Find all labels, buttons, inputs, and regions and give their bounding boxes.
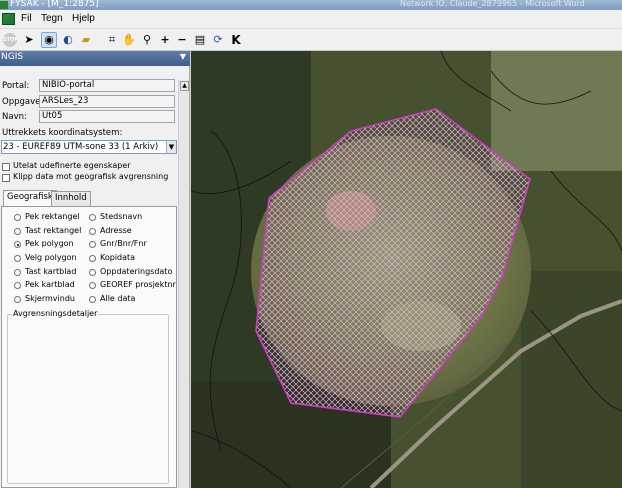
- app-icon[interactable]: [2, 13, 15, 25]
- map-view[interactable]: [191, 51, 622, 488]
- clip-geographic-checkbox[interactable]: [2, 174, 10, 182]
- radio-skjermvindu[interactable]: [14, 296, 21, 303]
- coordinate-system-value: 23 - EUREF89 UTM-sone 33 (1 Arkiv): [3, 142, 159, 152]
- k-icon[interactable]: K: [228, 32, 244, 48]
- label-alle-data: Alle data: [100, 294, 136, 303]
- label-adresse: Adresse: [100, 226, 132, 235]
- exclude-undefined-label: Utelat udefinerte egenskaper: [13, 161, 131, 170]
- menu-tegn[interactable]: Tegn: [41, 13, 63, 24]
- oppgave-field[interactable]: ARSLes_23: [39, 95, 175, 108]
- radio-tast-kartblad[interactable]: [14, 269, 21, 276]
- label-kopidata: Kopidata: [100, 253, 136, 262]
- radio-oppdateringsdato[interactable]: [89, 269, 96, 276]
- label-tast-rektangel: Tast rektangel: [25, 226, 82, 235]
- radio-adresse[interactable]: [89, 228, 96, 235]
- tab-innhold[interactable]: Innhold: [51, 191, 91, 206]
- pointer-icon[interactable]: ➤: [21, 32, 37, 48]
- panel-menu-icon[interactable]: ▼: [180, 52, 186, 61]
- label-velg-polygon: Velg polygon: [25, 253, 77, 262]
- panel-scrollbar[interactable]: ▲: [178, 80, 189, 488]
- tab-geografisk[interactable]: Geografisk: [3, 190, 57, 206]
- pan-icon[interactable]: ✋: [121, 32, 137, 48]
- chevron-down-icon[interactable]: ▼: [166, 141, 176, 153]
- aerial-photo: [191, 51, 622, 488]
- zoom-icon[interactable]: ⚲: [139, 32, 155, 48]
- radio-gnr-bnr-fnr[interactable]: [89, 241, 96, 248]
- menu-hjelp[interactable]: Hjelp: [72, 13, 95, 24]
- menu-bar: Fil Tegn Hjelp: [0, 10, 622, 29]
- background-window-title: Network IO, Claude_2879965 - Microsoft W…: [400, 0, 585, 8]
- label-oppdateringsdato: Oppdateringsdato: [100, 267, 173, 276]
- zoom-extent-icon[interactable]: ⌗: [104, 32, 120, 48]
- print-icon[interactable]: ▤: [192, 32, 208, 48]
- ngis-panel: NGIS ▼ ▲ Portal: NIBIO-portal Oppgave: A…: [0, 51, 190, 488]
- radio-pek-kartblad[interactable]: [14, 282, 21, 289]
- portal-label: Portal:: [2, 81, 30, 91]
- radio-georef-prosjektnr[interactable]: [89, 282, 96, 289]
- open-folder-icon[interactable]: ▰: [78, 32, 94, 48]
- label-stedsnavn: Stedsnavn: [100, 212, 143, 221]
- clip-geographic-label: Klipp data mot geografisk avgrensning: [13, 172, 169, 181]
- radio-pek-rektangel[interactable]: [14, 214, 21, 221]
- window-title: FYSAK - [M_1:2875]: [10, 0, 99, 9]
- zoom-in-icon[interactable]: +: [157, 32, 173, 48]
- boundary-details-group: [7, 314, 169, 484]
- panel-header: NGIS ▼: [0, 51, 190, 66]
- exclude-undefined-checkbox[interactable]: [2, 163, 10, 171]
- navn-label: Navn:: [2, 112, 27, 122]
- label-pek-polygon: Pek polygon: [25, 239, 74, 248]
- navn-field[interactable]: Ut05: [39, 110, 175, 123]
- window-titlebar: FYSAK - [M_1:2875] Network IO, Claude_28…: [0, 0, 622, 10]
- label-georef-prosjektnr: GEOREF prosjektnr: [100, 280, 176, 289]
- label-pek-kartblad: Pek kartblad: [25, 280, 75, 289]
- boundary-details-title: Avgrensningsdetaljer: [12, 309, 99, 318]
- zoom-out-icon[interactable]: −: [174, 32, 190, 48]
- refresh-icon[interactable]: ⟳: [210, 32, 226, 48]
- radio-velg-polygon[interactable]: [14, 255, 21, 262]
- radio-alle-data[interactable]: [89, 296, 96, 303]
- globe-arrow-icon[interactable]: ◐: [60, 32, 76, 48]
- coordinate-system-select[interactable]: 23 - EUREF89 UTM-sone 33 (1 Arkiv) ▼: [1, 140, 177, 154]
- app-title-icon: [0, 1, 8, 9]
- radio-kopidata[interactable]: [89, 255, 96, 262]
- label-tast-kartblad: Tast kartblad: [25, 267, 77, 276]
- label-pek-rektangel: Pek rektangel: [25, 212, 80, 221]
- oppgave-label: Oppgave:: [2, 97, 44, 107]
- portal-field[interactable]: NIBIO-portal: [39, 79, 175, 92]
- coordinate-system-label: Uttrekkets koordinatsystem:: [2, 128, 123, 138]
- toolbar: STOP ➤ ◉ ◐ ▰ ⌗ ✋ ⚲ + − ▤ ⟳ K: [0, 29, 622, 51]
- radio-tast-rektangel[interactable]: [14, 228, 21, 235]
- label-skjermvindu: Skjermvindu: [25, 294, 75, 303]
- globe-icon[interactable]: ◉: [41, 32, 57, 48]
- stop-icon[interactable]: STOP: [3, 33, 18, 47]
- menu-fil[interactable]: Fil: [21, 13, 32, 24]
- scroll-up-icon[interactable]: ▲: [180, 81, 189, 91]
- label-gnr-bnr-fnr: Gnr/Bnr/Fnr: [100, 239, 147, 248]
- panel-title: NGIS: [1, 52, 24, 62]
- radio-stedsnavn[interactable]: [89, 214, 96, 221]
- radio-pek-polygon[interactable]: [14, 241, 21, 248]
